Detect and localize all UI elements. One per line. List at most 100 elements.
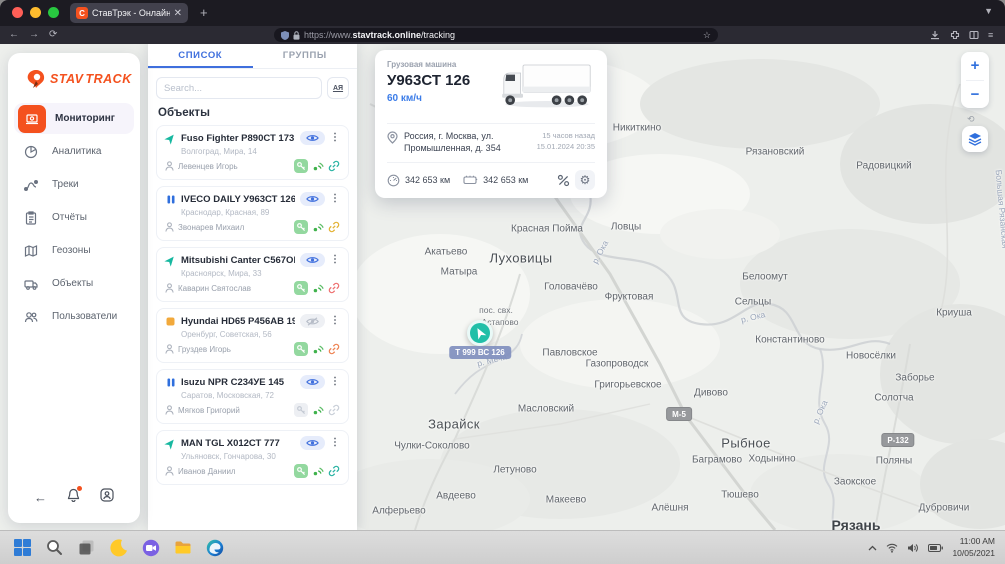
downloads-icon[interactable] xyxy=(930,30,940,40)
sidebar-item-objects[interactable]: Объекты xyxy=(14,268,134,299)
tab-list[interactable]: СПИСОК xyxy=(148,44,253,68)
search-input[interactable] xyxy=(156,77,322,99)
visibility-toggle[interactable] xyxy=(300,436,325,450)
taskbar-search-button[interactable] xyxy=(42,535,67,560)
task-view-button[interactable] xyxy=(74,535,99,560)
vehicle-address: Саратов, Московская, 72 xyxy=(165,389,340,403)
window-minimize-button[interactable] xyxy=(30,7,41,18)
sidebar-item-analytics[interactable]: Аналитика xyxy=(14,136,134,167)
tab-title: СтавТрэк - Онлайн мониторин xyxy=(92,8,170,18)
new-tab-button[interactable]: + xyxy=(200,5,208,21)
notifications-button[interactable] xyxy=(67,488,80,507)
status-paused-icon xyxy=(165,194,176,205)
shield-icon[interactable] xyxy=(281,31,289,40)
map-place-label: Павловское xyxy=(542,348,597,359)
start-button[interactable] xyxy=(10,535,35,560)
sort-az-button[interactable]: АЯ xyxy=(327,77,349,99)
driver-name: Каварин Святослав xyxy=(178,284,290,293)
sidebar-item-reports[interactable]: Отчёты xyxy=(14,202,134,233)
wifi-icon[interactable] xyxy=(886,543,898,553)
volume-icon[interactable] xyxy=(907,543,919,553)
account-button[interactable] xyxy=(100,488,114,507)
zoom-in-button[interactable]: + xyxy=(961,52,989,80)
stavtrack-logo-icon xyxy=(26,69,46,89)
map-place-label: Авдеево xyxy=(436,491,476,502)
vehicle-card[interactable]: MAN TGL Х012СТ 777 ⋮ Ульяновск, Гончаров… xyxy=(156,430,349,485)
back-icon[interactable]: ← xyxy=(9,29,19,41)
forward-icon[interactable]: → xyxy=(29,29,39,41)
sidebar-item-users[interactable]: Пользователи xyxy=(14,301,134,332)
vehicle-name: Hyundai HD65 Р456АВ 197 xyxy=(181,316,295,327)
vehicle-card[interactable]: Isuzu NPR С234УЕ 145 ⋮ Саратов, Московск… xyxy=(156,369,349,424)
tab-groups[interactable]: ГРУППЫ xyxy=(253,44,358,68)
vehicle-info-popup: Грузовая машина У963СТ 126 60 км/ч xyxy=(375,50,607,198)
status-paused-icon xyxy=(165,377,176,388)
visibility-toggle[interactable] xyxy=(300,314,325,328)
road-badge: М-5 xyxy=(666,407,692,421)
window-close-button[interactable] xyxy=(12,7,23,18)
map-place-label: пос. свх. xyxy=(479,305,513,315)
more-menu-button[interactable]: ⋮ xyxy=(330,255,340,265)
library-icon[interactable] xyxy=(969,30,979,40)
sidebar-item-monitoring[interactable]: Мониторинг xyxy=(14,103,134,134)
vehicle-card[interactable]: Mitsubishi Canter С567ОР 790 ⋮ Красноярс… xyxy=(156,247,349,302)
visibility-toggle[interactable] xyxy=(300,375,325,389)
visibility-toggle[interactable] xyxy=(300,131,325,145)
menu-icon[interactable]: ≡ xyxy=(988,29,993,41)
browser-tab[interactable]: С СтавТрэк - Онлайн мониторин ✕ xyxy=(70,3,188,23)
tab-list-chevron-icon[interactable]: ▼ xyxy=(984,6,993,16)
collapse-back-button[interactable]: ← xyxy=(34,490,47,505)
sensors-icon[interactable] xyxy=(557,174,570,187)
map-place-label: Летуново xyxy=(493,465,536,476)
measure-icon[interactable]: ⟲ xyxy=(967,114,975,125)
reload-icon[interactable]: ⟳ xyxy=(49,29,57,41)
window-maximize-button[interactable] xyxy=(48,7,59,18)
vehicle-map-marker[interactable] xyxy=(467,320,493,346)
account-icon xyxy=(100,488,114,502)
sidebar-item-geozones[interactable]: Геозоны xyxy=(14,235,134,266)
bookmark-star-icon[interactable]: ☆ xyxy=(703,30,711,41)
stavtrack-logo: STAVTRACK xyxy=(8,53,140,103)
moon-app-button[interactable] xyxy=(106,535,131,560)
more-menu-button[interactable]: ⋮ xyxy=(330,133,340,143)
vehicle-type-label: Грузовая машина xyxy=(387,60,470,69)
visibility-toggle[interactable] xyxy=(300,253,325,267)
marker-plate-label: Т 999 ВС 126 xyxy=(449,346,511,359)
vehicle-card[interactable]: Hyundai HD65 Р456АВ 197 ⋮ Оренбург, Сове… xyxy=(156,308,349,363)
taskbar-clock[interactable]: 11:00 AM 10/05/2021 xyxy=(952,536,995,558)
map-place-label: Матыра xyxy=(441,267,478,278)
windows-logo-icon xyxy=(14,539,31,556)
zoom-out-button[interactable]: − xyxy=(961,81,989,109)
url-bar[interactable]: https://www.stavtrack.online/tracking ☆ xyxy=(274,28,718,42)
chat-app-button[interactable] xyxy=(138,535,163,560)
vehicle-card[interactable]: Fuso Fighter Р890СТ 173 ⋮ Волгоград, Мир… xyxy=(156,125,349,180)
visibility-toggle[interactable] xyxy=(300,192,325,206)
lock-icon[interactable] xyxy=(293,31,300,40)
more-menu-button[interactable]: ⋮ xyxy=(330,438,340,448)
vehicle-card[interactable]: IVECO DAILY У963СТ 126 ⋮ Краснодар, Крас… xyxy=(156,186,349,241)
map-place-label: Рязань xyxy=(832,517,881,530)
vehicle-settings-button[interactable]: ⚙ xyxy=(575,170,595,190)
more-menu-button[interactable]: ⋮ xyxy=(330,194,340,204)
extensions-icon[interactable] xyxy=(950,30,960,40)
ignition-key-icon xyxy=(294,342,308,356)
map-layers-button[interactable] xyxy=(962,126,988,152)
sidebar-item-label: Геозоны xyxy=(52,245,91,256)
file-explorer-button[interactable] xyxy=(170,535,195,560)
odometer-icon xyxy=(387,174,400,187)
battery-icon[interactable] xyxy=(928,544,943,552)
vehicle-list-panel: СПИСОК ГРУППЫ АЯ Объекты Fuso Fighter Р8… xyxy=(148,44,357,530)
taskbar: 11:00 AM 10/05/2021 xyxy=(0,530,1005,564)
sidebar-item-tracks[interactable]: Треки xyxy=(14,169,134,200)
edge-browser-button[interactable] xyxy=(202,535,227,560)
driver-name: Звонарев Михаил xyxy=(178,223,290,232)
sidebar-footer: ← xyxy=(8,488,140,523)
more-menu-button[interactable]: ⋮ xyxy=(330,377,340,387)
app-sidebar: STAVTRACK Мониторинг Аналитика Треки От xyxy=(8,53,140,523)
tray-chevron-icon[interactable] xyxy=(868,545,877,551)
sidebar-nav: Мониторинг Аналитика Треки Отчёты Геозон… xyxy=(8,103,140,332)
map-place-label: Алферьево xyxy=(372,506,425,517)
tab-close-icon[interactable]: ✕ xyxy=(174,8,182,19)
reports-icon xyxy=(18,205,43,230)
more-menu-button[interactable]: ⋮ xyxy=(330,316,340,326)
